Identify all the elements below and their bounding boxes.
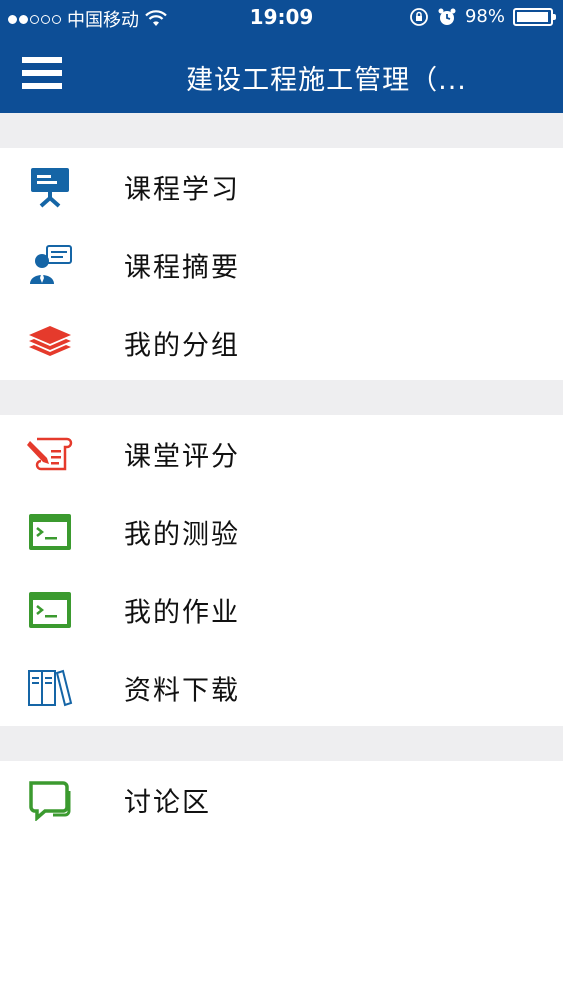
- menu-item-label: 资料下载: [124, 675, 240, 707]
- hamburger-menu-icon[interactable]: [20, 55, 64, 91]
- menu-item-label: 我的测验: [124, 519, 240, 551]
- layers-stack-icon: [29, 326, 71, 356]
- menu-item-class-rating[interactable]: 课堂评分: [0, 415, 563, 493]
- status-right: 98%: [409, 6, 556, 27]
- battery-percent: 98%: [464, 6, 505, 27]
- presentation-board-icon: [31, 168, 69, 208]
- battery-icon: [513, 7, 556, 26]
- menu-item-my-quiz[interactable]: 我的测验: [0, 493, 563, 571]
- menu-item-my-group[interactable]: 我的分组: [0, 304, 563, 382]
- books-icon: [28, 669, 73, 707]
- menu-item-course-summary[interactable]: 课程摘要: [0, 226, 563, 304]
- menu-item-label: 课程摘要: [124, 252, 240, 284]
- menu-item-label: 我的作业: [124, 597, 240, 629]
- menu-item-discussion[interactable]: 讨论区: [0, 761, 563, 839]
- menu-item-label: 课堂评分: [124, 441, 240, 473]
- page-title: 建设工程施工管理（...: [186, 65, 467, 96]
- menu-item-label: 我的分组: [124, 330, 240, 362]
- menu-item-label: 课程学习: [124, 174, 240, 206]
- chat-bubble-icon: [29, 781, 71, 821]
- orientation-lock-icon: [410, 7, 428, 26]
- speaker-chat-icon: [30, 245, 72, 284]
- menu-item-my-homework[interactable]: 我的作业: [0, 571, 563, 649]
- menu-item-downloads[interactable]: 资料下载: [0, 649, 563, 727]
- section-divider: [0, 380, 563, 415]
- status-bar: 中国移动 19:09 98%: [0, 0, 563, 36]
- app-header: 中国移动 19:09 98% 建设工程施工管理（...: [0, 0, 563, 113]
- terminal-icon: [29, 592, 71, 628]
- section-divider: [0, 726, 563, 761]
- section-divider: [0, 113, 563, 148]
- menu-item-label: 讨论区: [124, 787, 211, 819]
- menu-item-course-study[interactable]: 课程学习: [0, 148, 563, 226]
- alarm-icon: [438, 8, 456, 25]
- pen-scroll-icon: [27, 437, 73, 471]
- terminal-icon: [29, 514, 71, 550]
